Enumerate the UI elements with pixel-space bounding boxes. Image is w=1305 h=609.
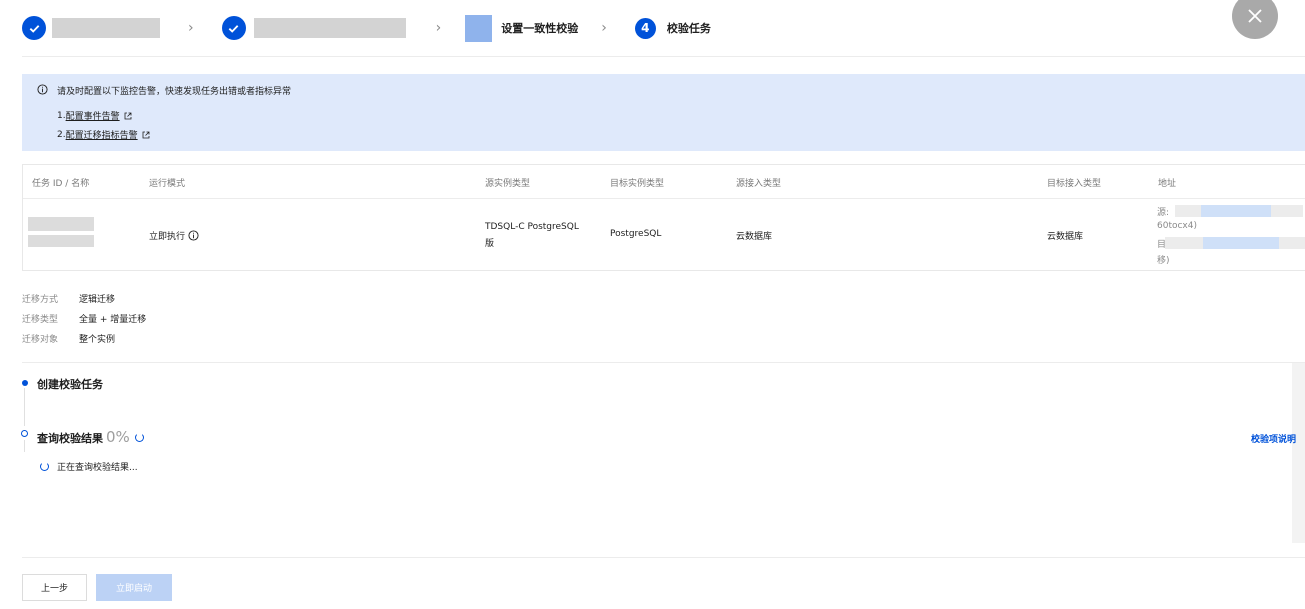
start-now-button[interactable]: 立即启动 (96, 574, 172, 601)
col-target-instance: 目标实例类型 (610, 179, 665, 189)
task-id-redacted (28, 217, 94, 231)
monitor-alert: 请及时配置以下监控告警，快速发现任务出错或者指标异常 1. 配置事件告警 2. … (22, 74, 1305, 151)
divider (22, 557, 1305, 558)
timeline-line (24, 440, 25, 452)
col-run-mode: 运行模式 (149, 179, 186, 189)
loading-spinner-icon (134, 432, 144, 442)
metric-alert-link[interactable]: 配置迁移指标告警 (66, 128, 138, 141)
info-icon (37, 84, 48, 95)
col-address: 地址 (1158, 179, 1177, 189)
address-highlight (1201, 205, 1271, 217)
task-name-redacted (28, 235, 94, 247)
task-table: 任务 ID / 名称 运行模式 源实例类型 目标实例类型 源接入类型 目标接入类… (22, 164, 1305, 271)
timeline-dot-done (22, 380, 28, 386)
external-link-icon (124, 112, 132, 119)
address-target-suffix: 移) (1157, 256, 1170, 266)
check-items-explain-link[interactable]: 校验项说明 (1251, 432, 1296, 445)
step-4: 4 校验任务 (634, 17, 711, 39)
info-migration-method: 迁移方式 逻辑迁移 (22, 295, 116, 305)
info-migration-object: 迁移对象 整个实例 (22, 335, 116, 345)
check-icon (221, 16, 246, 40)
info-icon[interactable] (188, 230, 199, 241)
address-source-id: 60tocx4) (1157, 221, 1197, 231)
step-3-marker (465, 14, 493, 42)
step-1 (22, 16, 160, 40)
col-source-instance: 源实例类型 (485, 179, 531, 189)
col-target-access: 目标接入类型 (1047, 179, 1102, 189)
source-instance-type: TDSQL-C PostgreSQL (485, 222, 579, 232)
timeline-dot-current (21, 430, 28, 437)
address-highlight (1203, 237, 1279, 249)
close-button[interactable] (1232, 0, 1278, 39)
target-access-type: 云数据库 (1047, 232, 1084, 242)
step-2-label-redacted (253, 18, 406, 38)
prev-step-button[interactable]: 上一步 (22, 574, 87, 601)
querying-status: 正在查询校验结果... (40, 460, 138, 473)
table-header: 任务 ID / 名称 运行模式 源实例类型 目标实例类型 源接入类型 目标接入类… (23, 165, 1305, 199)
col-task-id: 任务 ID / 名称 (32, 179, 90, 189)
col-source-access: 源接入类型 (736, 179, 782, 189)
step-1-label-redacted (52, 18, 160, 38)
loading-spinner-icon (40, 462, 49, 471)
alert-message: 请及时配置以下监控告警，快速发现任务出错或者指标异常 (57, 87, 292, 97)
alert-item: 2. 配置迁移指标告警 (57, 128, 150, 141)
target-instance-type: PostgreSQL (610, 229, 662, 239)
chevron-right-icon: › (601, 20, 607, 36)
source-instance-type-cont: 版 (485, 239, 495, 249)
source-access-type: 云数据库 (736, 232, 773, 242)
chevron-right-icon: › (188, 20, 194, 36)
alert-item: 1. 配置事件告警 (57, 109, 132, 122)
close-icon (1248, 9, 1262, 23)
step-2 (221, 16, 406, 40)
timeline-line (24, 388, 25, 426)
divider (22, 56, 1305, 57)
run-mode-cell: 立即执行 (149, 229, 199, 242)
address-source-label: 源: (1157, 208, 1170, 218)
step-3: 设置一致性校验 (465, 14, 579, 42)
step-4-number: 4 (634, 17, 656, 39)
step-4-label: 校验任务 (666, 22, 711, 35)
create-check-task-title: 创建校验任务 (37, 378, 103, 391)
progress-percent: 0% (106, 428, 130, 446)
info-migration-type: 迁移类型 全量 + 增量迁移 (22, 315, 147, 325)
external-link-icon (142, 131, 150, 138)
divider (22, 362, 1305, 363)
chevron-right-icon: › (435, 20, 442, 36)
query-result-title: 查询校验结果 0% (37, 428, 144, 446)
steps-bar: › › 设置一致性校验 › 4 校验任务 (22, 14, 711, 42)
step-3-label: 设置一致性校验 (501, 22, 579, 35)
event-alert-link[interactable]: 配置事件告警 (66, 109, 120, 122)
side-panel-edge (1292, 363, 1305, 543)
check-icon (22, 16, 46, 40)
